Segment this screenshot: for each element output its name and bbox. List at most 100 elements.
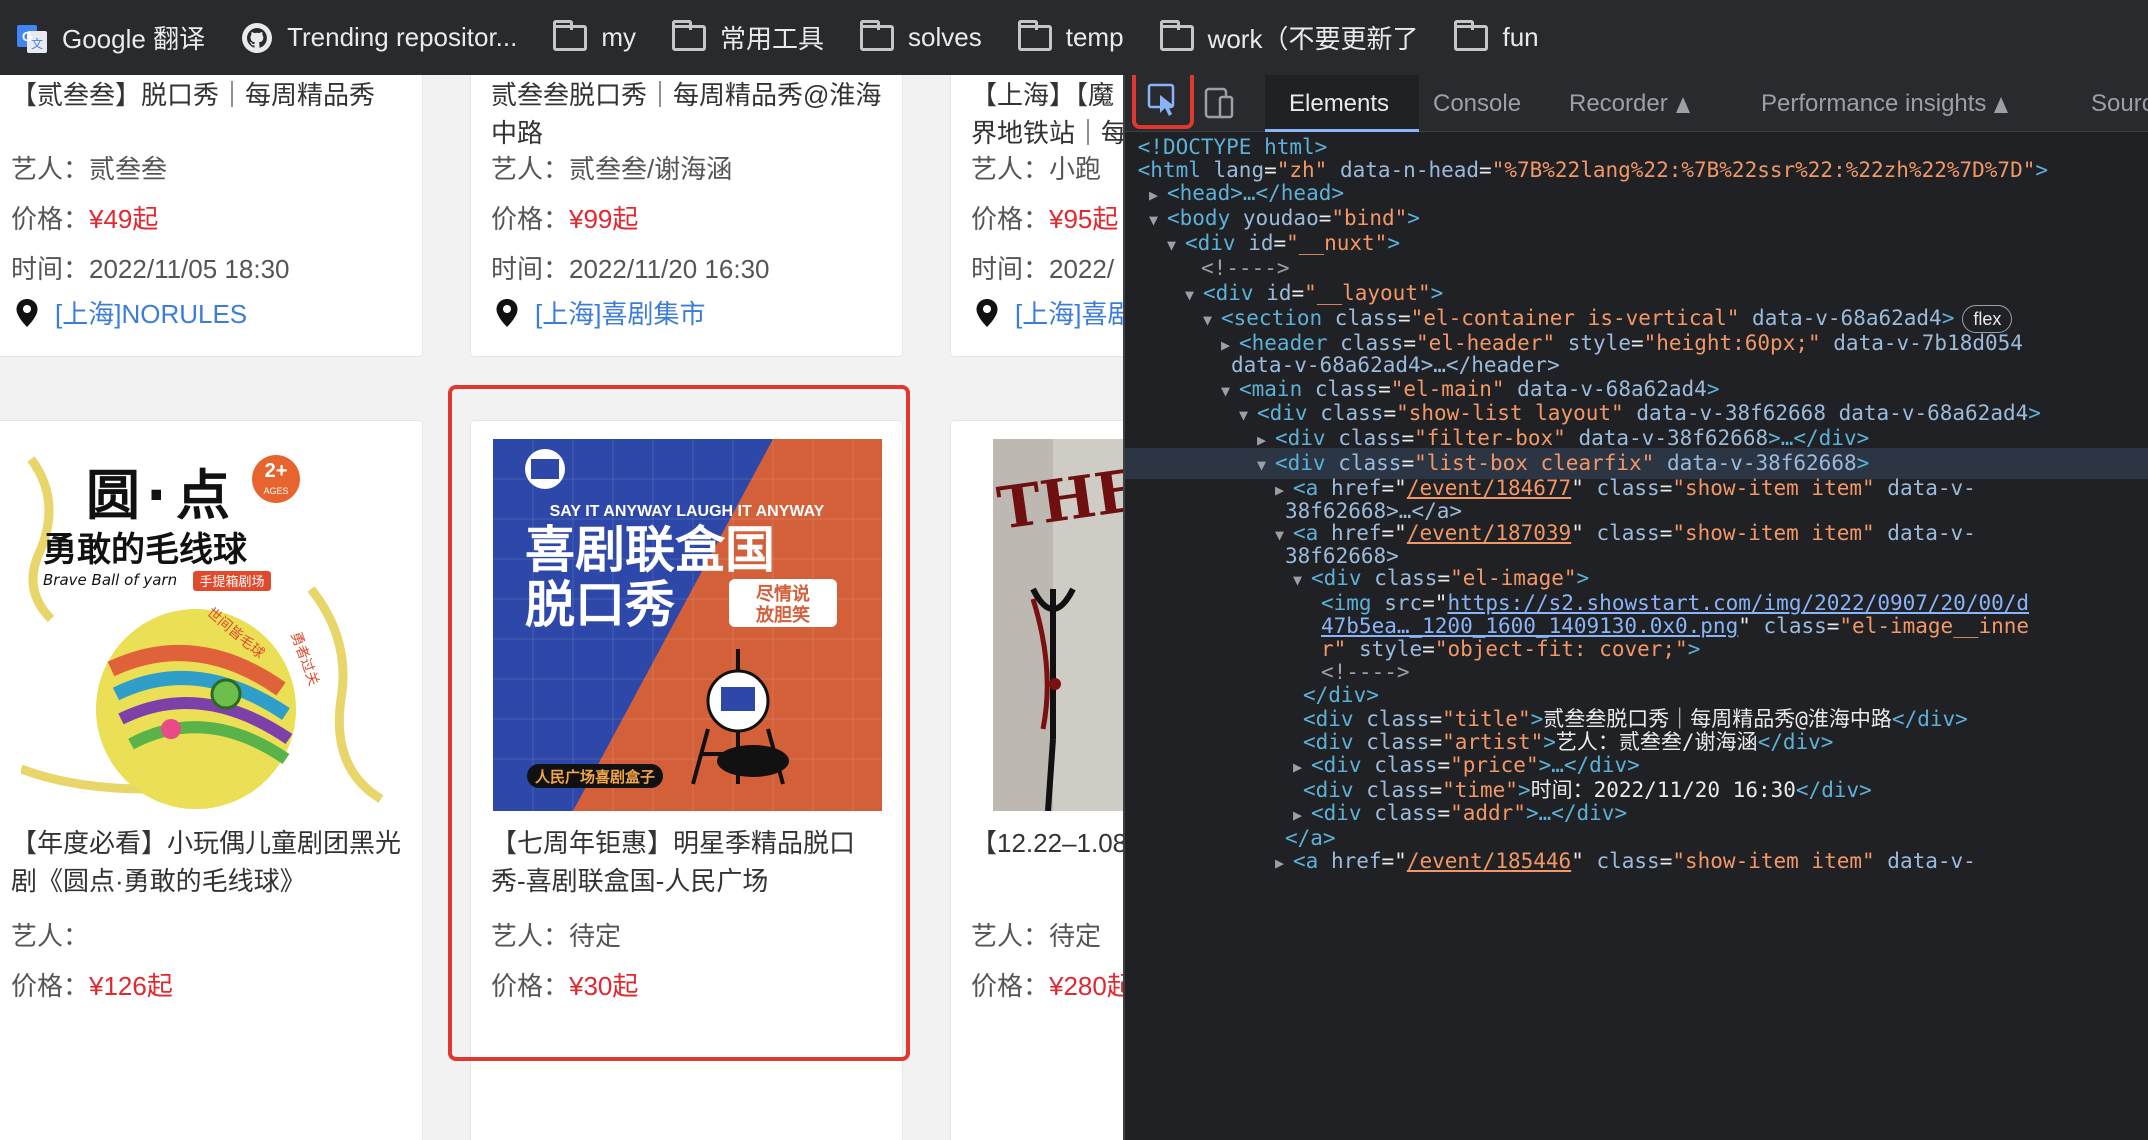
attr-name: data-v- — [1874, 849, 1976, 873]
bookmark-folder-fun[interactable]: fun — [1454, 19, 1539, 53]
card-address-link[interactable]: [上海]喜剧 — [975, 294, 1123, 331]
attr-value: "show-list layout" — [1396, 401, 1624, 425]
tab-console[interactable]: Console — [1433, 75, 1521, 132]
card-price-row: 价格：¥280起 — [971, 966, 1123, 1003]
card-title: 【贰叁叁】脱口秀｜每周精品秀 — [11, 80, 376, 110]
card-price: ¥126起 — [89, 971, 173, 1001]
location-pin-icon — [16, 298, 38, 327]
inspect-element-button[interactable] — [1132, 75, 1194, 129]
card-address: [上海]喜剧 — [1015, 299, 1123, 329]
attr-value: "price" — [1450, 753, 1539, 777]
card-time: 时间：2022/11/20 16:30 — [491, 254, 770, 284]
tag-name: <div — [1311, 753, 1362, 777]
attr-name: class — [1361, 801, 1438, 825]
card-title-line: 【上海】【魔 — [971, 80, 1115, 110]
location-pin-icon — [496, 298, 518, 327]
card-title-line: 贰叁叁脱口秀｜每周精品秀@淮海 — [491, 80, 882, 110]
tab-recorder[interactable]: Recorder — [1569, 75, 1690, 132]
bookmark-folder-tools[interactable]: 常用工具 — [672, 19, 824, 56]
attr-value: "addr" — [1450, 801, 1526, 825]
folder-icon — [860, 19, 895, 51]
attr-name: data-v-38f62668 data-v-68a62ad4 — [1623, 401, 2029, 425]
card-price: ¥49起 — [89, 204, 159, 234]
show-card[interactable]: THE PIT 【12.22–1.08 艺人：待定 价格：¥280起 — [950, 420, 1123, 1140]
bookmark-label: my — [601, 22, 637, 52]
attr-name: data-v-38f62668 — [1565, 426, 1769, 450]
attr-value: "bind" — [1331, 206, 1408, 230]
card-title-line: 【12.22–1.08 — [971, 828, 1123, 858]
bookmark-folder-work[interactable]: work（不要更新了 — [1159, 19, 1418, 56]
poster-subtitle: 勇敢的毛线球 — [43, 530, 248, 570]
devtools-panel: Elements Console Recorder Performance in… — [1123, 75, 2148, 1140]
card-address-link[interactable]: [上海]喜剧集市 — [495, 294, 705, 331]
attr-name: data-v-68a62ad4 — [1739, 306, 1942, 330]
bookmark-label: solves — [908, 22, 982, 52]
github-icon — [242, 22, 273, 53]
attr-name: class — [1322, 306, 1399, 330]
tab-label: Performance insights — [1761, 90, 1987, 117]
price-label: 价格： — [11, 971, 90, 1001]
bookmark-label: 常用工具 — [720, 24, 825, 54]
poster-image: THE PIT — [993, 439, 1123, 811]
tag-name: <div — [1257, 401, 1308, 425]
attr-name: id — [1235, 231, 1274, 255]
show-card[interactable]: 2+ AGES 圆 · 点 勇敢的毛线球 Brave Ball of yarn … — [0, 420, 423, 1140]
card-price-row: 价格：¥49起 — [11, 199, 158, 236]
card-artist: 艺人：小跑 — [971, 154, 1102, 184]
yarn-ball-poster: 2+ AGES 圆 · 点 勇敢的毛线球 Brave Ball of yarn … — [21, 455, 384, 809]
dom-node[interactable]: ▶ <a href="/event/185446" class="show-ite… — [1125, 846, 2148, 877]
href-link[interactable]: /event/185446 — [1407, 849, 1571, 873]
tab-sources[interactable]: Sources — [2091, 75, 2148, 132]
folder-icon — [1159, 19, 1194, 51]
device-toolbar-icon[interactable] — [1200, 83, 1240, 123]
experimental-flask-icon — [1994, 96, 2009, 113]
card-time: 时间：2022/11/05 18:30 — [11, 254, 290, 284]
svg-text:文: 文 — [31, 36, 43, 51]
folder-icon — [1454, 19, 1489, 51]
attr-name: class — [1583, 849, 1660, 873]
card-artist: 艺人：贰叁叁/谢海涵 — [491, 154, 733, 184]
tag-name: <div — [1203, 281, 1254, 305]
folder-icon — [553, 19, 588, 51]
card-title-line: 剧《圆点·勇敢的毛线球》 — [11, 866, 306, 896]
poster-dot: · — [146, 464, 167, 527]
tag-name: <div — [1275, 451, 1326, 475]
poster-english: Brave Ball of yarn — [43, 571, 177, 589]
card-artist: 艺人： — [11, 921, 90, 951]
bookmark-google-translate[interactable]: G文 Google 翻译 — [16, 19, 205, 56]
attr-name: id — [1253, 281, 1292, 305]
attr-name: class — [1361, 753, 1438, 777]
folder-icon — [1017, 19, 1052, 51]
bookmark-folder-temp[interactable]: temp — [1017, 19, 1124, 53]
inspect-highlight — [448, 385, 910, 1061]
attr-name: class — [1325, 451, 1402, 475]
show-card[interactable]: 【贰叁叁】脱口秀｜每周精品秀 艺人：贰叁叁 价格：¥49起 时间：2022/11… — [0, 75, 423, 357]
attr-name: youdao — [1230, 206, 1319, 230]
tab-performance-insights[interactable]: Performance insights — [1761, 75, 2009, 132]
bookmark-label: Trending repositor... — [287, 22, 518, 52]
cursor-select-icon — [1147, 83, 1175, 116]
bookmark-folder-my[interactable]: my — [553, 19, 637, 53]
card-price: ¥95起 — [1049, 204, 1119, 234]
card-title-line: 界地铁站｜每 — [971, 118, 1123, 148]
poster-big-char: 点 — [176, 464, 230, 527]
location-pin-icon — [976, 298, 998, 327]
bookmark-label: temp — [1065, 22, 1124, 52]
show-card[interactable]: 贰叁叁脱口秀｜每周精品秀@淮海 中路 艺人：贰叁叁/谢海涵 价格：¥99起 时间… — [470, 75, 903, 357]
attr-value: "__nuxt" — [1286, 231, 1388, 255]
tab-elements[interactable]: Elements — [1265, 75, 1419, 132]
price-label: 价格： — [971, 971, 1050, 1001]
tag-name: <body — [1167, 206, 1231, 230]
tag-name: <head>…</head> — [1167, 181, 1345, 205]
bookmark-trending[interactable]: Trending repositor... — [241, 22, 517, 54]
card-address-link[interactable]: [上海]NORULES — [15, 294, 247, 331]
poster-image: 2+ AGES 圆 · 点 勇敢的毛线球 Brave Ball of yarn … — [21, 439, 394, 809]
bookmark-folder-solves[interactable]: solves — [860, 19, 982, 53]
attr-value: "el-container is-vertical" — [1410, 306, 1740, 330]
show-card[interactable]: 【上海】【魔 界地铁站｜每 艺人：小跑 价格：¥95起 时间：2022/ [上海… — [950, 75, 1123, 357]
card-address: [上海]NORULES — [55, 299, 248, 329]
expand-triangle-icon[interactable]: ▶ — [1275, 848, 1293, 879]
price-label: 价格： — [11, 204, 90, 234]
tag-end: >…</div> — [1538, 753, 1640, 777]
price-label: 价格： — [971, 204, 1050, 234]
